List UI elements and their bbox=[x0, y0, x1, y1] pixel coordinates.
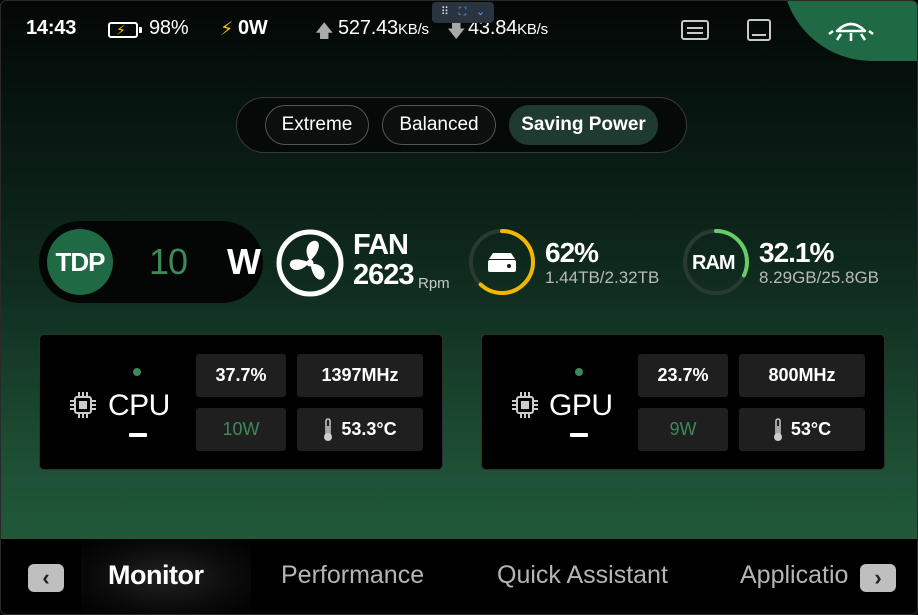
mode-balanced-button[interactable]: Balanced bbox=[382, 105, 496, 145]
chevron-down-icon[interactable]: ⌄ bbox=[476, 7, 485, 18]
cpu-power: 10W bbox=[196, 408, 286, 451]
keyboard-icon[interactable] bbox=[681, 20, 709, 40]
storage-ring bbox=[469, 229, 535, 295]
gpu-title: GPU bbox=[549, 389, 613, 422]
ram-detail: 8.29GB/25.8GB bbox=[759, 268, 880, 287]
ram-percent: 32.1% bbox=[759, 237, 834, 268]
cpu-usage: 37.7% bbox=[196, 354, 286, 397]
power-draw: 0W bbox=[238, 17, 268, 39]
gpu-clock: 800MHz bbox=[739, 354, 865, 397]
cpu-clock: 1397MHz bbox=[297, 354, 423, 397]
gpu-usage: 23.7% bbox=[638, 354, 728, 397]
tdp-label: TDP bbox=[47, 229, 113, 295]
cpu-temp-cell: 53.3°C bbox=[297, 408, 423, 451]
mode-saving-power-button[interactable]: Saving Power bbox=[509, 105, 658, 145]
nav-tab-quick-assistant[interactable]: Quick Assistant bbox=[497, 561, 668, 590]
cpu-title: CPU bbox=[108, 389, 170, 422]
nav-prev-button[interactable]: ‹ bbox=[28, 564, 64, 592]
power-mode-selector: Extreme Balanced Saving Power bbox=[236, 97, 687, 153]
ram-label: RAM bbox=[692, 252, 736, 274]
tdp-value: 10 bbox=[149, 241, 188, 282]
download-arrow-icon: 🡇 bbox=[447, 21, 466, 41]
tdp-control[interactable]: TDP 10 W bbox=[39, 221, 263, 303]
thermometer-icon bbox=[773, 417, 782, 441]
gpu-power: 9W bbox=[638, 408, 728, 451]
gpu-card: GPU 23.7% 800MHz 9W 53°C bbox=[481, 334, 885, 470]
storage-detail: 1.44TB/2.32TB bbox=[545, 268, 660, 287]
gpu-status-dot bbox=[575, 368, 583, 376]
drag-handle-icon[interactable]: ⠿ bbox=[441, 7, 449, 18]
lamp-icon bbox=[828, 22, 874, 41]
upload-arrow-icon: 🡅 bbox=[315, 21, 334, 41]
window-mini-toolbar[interactable]: ⠿ ⛶ ⌄ bbox=[432, 2, 494, 23]
nav-next-button[interactable]: › bbox=[860, 564, 896, 592]
tdp-unit: W bbox=[227, 241, 261, 282]
cpu-dash bbox=[129, 433, 147, 437]
fan-unit: Rpm bbox=[418, 275, 450, 292]
cpu-status-dot bbox=[133, 368, 141, 376]
tablet-icon[interactable] bbox=[747, 19, 771, 41]
bottom-nav: ‹ Monitor Performance Quick Assistant Ap… bbox=[1, 539, 917, 614]
battery-percent: 98% bbox=[149, 17, 189, 39]
fan-speed: 2623 bbox=[353, 259, 415, 291]
power-bolt-icon: ⚡ bbox=[220, 19, 234, 40]
thermometer-icon bbox=[324, 417, 333, 441]
status-bar: 14:43 ⚡ 98% ⚡ 0W 🡅 527.43KB/s 🡇 43.84KB/… bbox=[1, 1, 917, 61]
battery-icon: ⚡ bbox=[108, 22, 142, 38]
cpu-chip-icon bbox=[70, 392, 96, 418]
app-window: 14:43 ⚡ 98% ⚡ 0W 🡅 527.43KB/s 🡇 43.84KB/… bbox=[0, 0, 918, 615]
nav-tab-monitor[interactable]: Monitor bbox=[108, 560, 204, 591]
drive-icon bbox=[488, 253, 516, 272]
nav-tab-applications[interactable]: Applicatio bbox=[740, 561, 848, 590]
cpu-temp: 53.3°C bbox=[341, 419, 397, 439]
cpu-card: CPU 37.7% 1397MHz 10W 53.3°C bbox=[39, 334, 443, 470]
storage-percent: 62% bbox=[545, 237, 599, 268]
upload-speed: 527.43KB/s bbox=[338, 17, 429, 39]
mode-extreme-button[interactable]: Extreme bbox=[265, 105, 369, 145]
gpu-temp-cell: 53°C bbox=[739, 408, 865, 451]
gpu-temp: 53°C bbox=[790, 419, 832, 439]
nav-tab-performance[interactable]: Performance bbox=[281, 561, 424, 590]
fan-icon bbox=[276, 229, 344, 297]
fullscreen-icon[interactable]: ⛶ bbox=[459, 7, 467, 18]
clock: 14:43 bbox=[26, 17, 77, 39]
gpu-dash bbox=[570, 433, 588, 437]
fan-label: FAN bbox=[353, 229, 409, 261]
gpu-chip-icon bbox=[512, 392, 538, 418]
